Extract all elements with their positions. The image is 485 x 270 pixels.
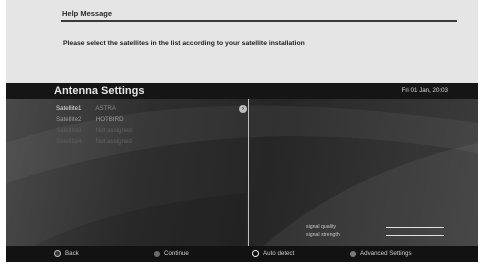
- advanced-settings-label: Advanced Settings: [360, 250, 412, 257]
- satellite-row-2[interactable]: Satellite2 HOTBIRD: [56, 116, 124, 123]
- chevron-right-icon[interactable]: ›: [239, 105, 247, 113]
- advanced-key-icon: [350, 250, 356, 257]
- satellite-value: Not assigned: [95, 127, 132, 134]
- tv-screen: Help Message Please select the satellite…: [6, 0, 478, 262]
- back-label: Back: [65, 250, 79, 257]
- continue-button[interactable]: Continue: [154, 250, 189, 257]
- panel-title-bar: Antenna Settings Fri 01 Jan, 20:03: [6, 83, 478, 99]
- antenna-settings-panel: Antenna Settings Fri 01 Jan, 20:03 Satel…: [6, 83, 478, 262]
- advanced-settings-button[interactable]: Advanced Settings: [350, 250, 412, 257]
- satellite-value: ASTRA: [95, 105, 117, 112]
- satellite-row-4[interactable]: Satellite4 Not assigned: [56, 138, 132, 145]
- signal-quality-label: signal quality: [306, 224, 336, 230]
- help-title: Help Message: [62, 9, 113, 18]
- continue-key-icon: [154, 250, 160, 257]
- help-divider: [61, 20, 457, 22]
- date-time: Fri 01 Jan, 20:03: [401, 87, 448, 94]
- satellite-label: Satellite2: [56, 116, 82, 123]
- panel-divider: [248, 99, 249, 247]
- back-button[interactable]: Back: [54, 250, 79, 257]
- satellite-row-1[interactable]: Satellite1 ASTRA: [56, 105, 116, 112]
- satellite-value: Not assigned: [95, 138, 132, 145]
- satellite-label: Satellite4: [56, 138, 82, 145]
- auto-detect-label: Auto detect: [263, 250, 295, 257]
- satellite-label: Satellite3: [56, 127, 82, 134]
- satellite-row-3[interactable]: Satellite3 Not assigned: [56, 127, 132, 134]
- signal-strength-bar: [386, 235, 444, 236]
- signal-quality-bar: [386, 227, 444, 228]
- footer-bar: Back Continue Auto detect Advanced Setti…: [6, 246, 478, 262]
- help-message-text: Please select the satellites in the list…: [63, 40, 305, 47]
- auto-detect-button[interactable]: Auto detect: [252, 250, 294, 257]
- panel-title: Antenna Settings: [54, 85, 145, 97]
- satellite-value: HOTBIRD: [95, 116, 124, 123]
- auto-detect-key-icon: [252, 250, 259, 257]
- signal-strength-label: signal strength: [306, 232, 340, 238]
- help-message-box: Help Message Please select the satellite…: [6, 0, 478, 82]
- continue-label: Continue: [164, 250, 189, 257]
- back-key-icon: [54, 250, 61, 257]
- satellite-label: Satellite1: [56, 105, 82, 112]
